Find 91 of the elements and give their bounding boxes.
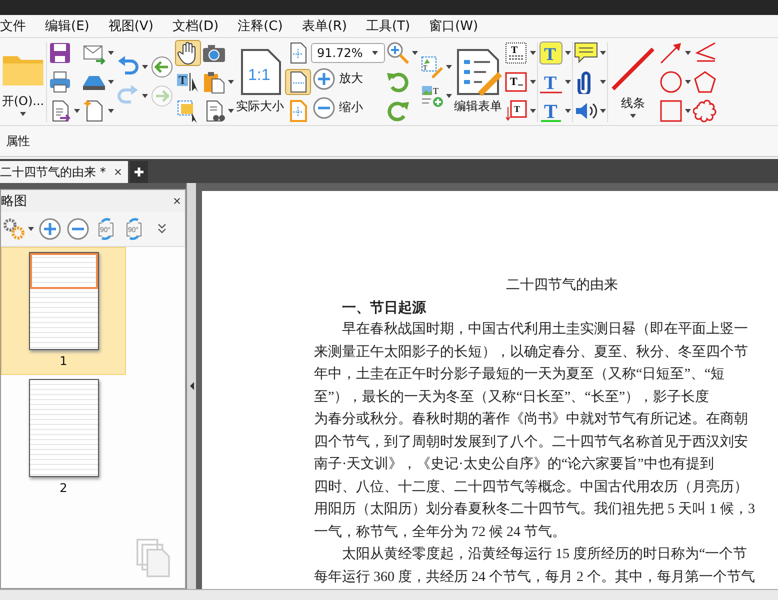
menu-item[interactable]: 窗口(W): [429, 17, 478, 35]
toolbar-button[interactable]: T: [538, 98, 564, 124]
clipboard-icon: [202, 70, 226, 94]
cloud-shape-icon: [693, 98, 717, 122]
toolbar-button[interactable]: [573, 40, 599, 66]
text-line: 早在春秋战国时期，中国古代利用土圭实测日晷（即在平面上竖一: [341, 320, 749, 339]
caret-icon[interactable]: [20, 112, 26, 116]
toolbar-button[interactable]: T: [175, 68, 201, 94]
caret-icon[interactable]: [630, 114, 636, 118]
double-chevron-icon: [155, 222, 169, 236]
zoom-in-icon: [38, 217, 62, 241]
menu-item[interactable]: 编辑(E): [45, 17, 90, 35]
document-tab[interactable]: 二十四节气的由来 *: [0, 161, 128, 183]
menu-item[interactable]: 文档(D): [172, 17, 219, 35]
caret-icon[interactable]: [446, 65, 452, 69]
toolbar-button[interactable]: 开(O)...: [0, 45, 46, 118]
text-line: 南子·天文训》，《史记·太史公自序》的“论六家要旨”中也有提到: [314, 455, 715, 474]
toolbar-button[interactable]: 线条: [608, 43, 658, 120]
toolbar-button[interactable]: [47, 68, 73, 94]
text-line: 用阳历（太阳历）划分春夏秋冬二十四节气。我们祖先把 5 天叫 1 候，3: [314, 500, 756, 519]
page-number: 1: [60, 354, 68, 368]
text-line: 四时、八位、十二度、二十四节气等概念。中国古代用农历（月亮历）: [314, 478, 749, 496]
toolbar-button[interactable]: 缩小: [311, 94, 385, 120]
caret-icon[interactable]: [228, 80, 234, 84]
rectangle-icon: [659, 98, 683, 122]
text-line: 为春分或秋分。春秋时期的著作《尚书》中就对节气有所记述。在商朝: [314, 410, 749, 429]
menu-item[interactable]: 表单(R): [302, 17, 347, 35]
caret-icon[interactable]: [28, 227, 34, 231]
text-line: 至”），最长的一天为冬至（又称“日长至”、“长至”），影子长度: [314, 388, 710, 406]
magnifier-icon: [386, 40, 410, 64]
caret-icon[interactable]: [74, 108, 80, 112]
menu-item[interactable]: 注释(C): [238, 17, 283, 35]
zoom-dropdown[interactable]: 91.72%: [311, 42, 385, 62]
caret-icon[interactable]: [412, 50, 418, 54]
caret-icon[interactable]: [685, 50, 691, 54]
page-thumbnail[interactable]: 2: [1, 375, 126, 501]
toolbar-button[interactable]: [175, 40, 201, 66]
toolbar-button[interactable]: 编辑表单: [453, 46, 503, 117]
rotate-right-icon: [386, 98, 410, 122]
caret-icon[interactable]: [685, 80, 691, 84]
text-line: 太阳从黄经零度起，沿黄经每运行 15 度所经历的时日称为“一个节: [341, 545, 748, 564]
toolbar-button[interactable]: T: [503, 40, 529, 66]
panel-title: 略图: [1, 193, 27, 210]
toolbar-button[interactable]: T: [419, 83, 445, 109]
caret-icon[interactable]: [446, 94, 452, 98]
viewport-frame: [30, 253, 98, 289]
toolbar-button[interactable]: 放大: [311, 66, 385, 92]
form-pencil-icon: [454, 48, 502, 96]
menu-item[interactable]: 文件: [0, 17, 26, 35]
caret-icon[interactable]: [685, 108, 691, 112]
caret-icon[interactable]: [372, 50, 378, 54]
zoom-out-icon: [66, 217, 90, 241]
caret-icon[interactable]: [108, 50, 114, 54]
printer-icon: [48, 70, 72, 94]
text-line: 四个节气，到了周朝时发展到了八个。二十四节气名称首见于西汉刘安: [314, 433, 749, 452]
caret-icon[interactable]: [108, 80, 114, 84]
polyline-icon: [693, 40, 717, 64]
text-line: 来测量正午太阳影子的长短），以确定春分、夏至、秋分、冬至四个节: [314, 343, 749, 362]
close-icon[interactable]: [114, 168, 122, 176]
toolbar-button[interactable]: T: [538, 68, 564, 94]
menu-item[interactable]: 视图(V): [108, 17, 154, 35]
gears-icon: [2, 217, 26, 241]
toolbar-button[interactable]: T: [503, 98, 529, 124]
close-icon[interactable]: [173, 197, 181, 205]
line-icon: [609, 45, 657, 93]
page-number: 2: [60, 481, 68, 495]
text-line: 每年运行 360 度，共经历 24 个节气，每月 2 个。其中，每月第一个节气: [314, 568, 756, 586]
properties-label: 属性: [5, 132, 30, 150]
zoom-in-icon: [312, 66, 336, 90]
menu-item[interactable]: 工具(T): [366, 17, 410, 35]
section-heading: 一、节日起源: [341, 299, 428, 318]
toolbar-button[interactable]: [285, 68, 311, 94]
tab-title: 二十四节气的由来 *: [0, 164, 106, 180]
splitter-handle[interactable]: [186, 183, 196, 589]
new-tab-icon[interactable]: [130, 161, 148, 183]
caret-icon[interactable]: [108, 108, 114, 112]
document-title: 二十四节气的由来: [505, 276, 619, 295]
page-thumbnail[interactable]: 1: [1, 247, 126, 375]
text-line: 一气，称节气，全年分为 72 候 24 节气。: [314, 524, 567, 542]
speech-bubble-icon: [574, 40, 598, 64]
ellipse-icon: [659, 70, 683, 94]
zoom-out-icon: [312, 96, 336, 120]
toolbar-button[interactable]: 1:1 实际大小: [235, 46, 285, 117]
pentagon-icon: [693, 70, 717, 94]
rotate-left-icon: [386, 70, 410, 94]
toolbar-button[interactable]: T: [503, 68, 529, 94]
caret-icon[interactable]: [228, 108, 234, 112]
arrow-icon: [659, 40, 683, 64]
text-line: 年中，土圭在正午时分影子最短的一天为夏至（又称“日短至”、“短: [314, 365, 726, 384]
toolbar-button[interactable]: T: [538, 40, 564, 66]
save-icon: [48, 40, 72, 64]
